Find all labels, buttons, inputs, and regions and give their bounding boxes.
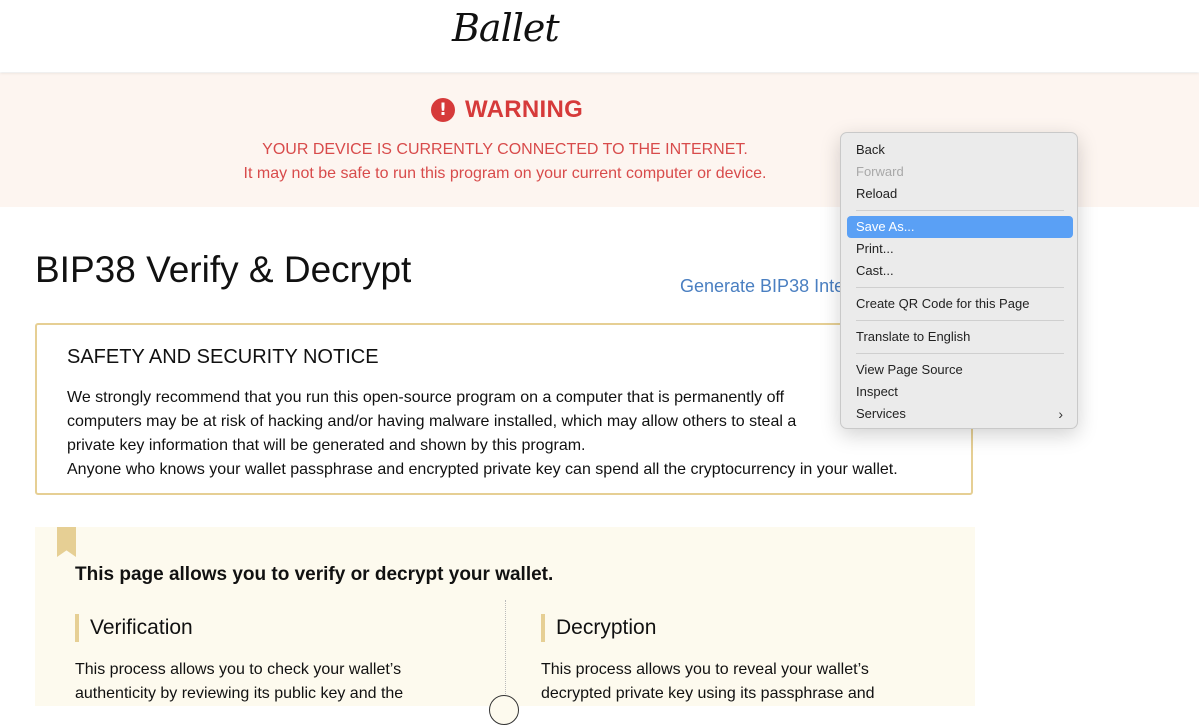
menu-item-inspect[interactable]: Inspect (847, 381, 1073, 403)
decryption-line-2: decrypted private key using its passphra… (541, 685, 875, 702)
menu-item-print[interactable]: Print... (847, 238, 1073, 260)
exclamation-circle-icon: ! (431, 98, 455, 122)
menu-item-save-as[interactable]: Save As... (847, 216, 1073, 238)
generate-bip38-link[interactable]: Generate BIP38 Inte (680, 276, 844, 297)
menu-item-create-qr[interactable]: Create QR Code for this Page (847, 293, 1073, 315)
menu-item-cast[interactable]: Cast... (847, 260, 1073, 282)
notice-title: SAFETY AND SECURITY NOTICE (67, 346, 379, 368)
warning-title-row: ! WARNING (431, 96, 583, 124)
notice-line-1: We strongly recommend that you run this … (67, 389, 785, 406)
notice-body: We strongly recommend that you run this … (67, 386, 957, 482)
decryption-text: This process allows you to reveal your w… (541, 658, 921, 706)
verification-title: Verification (75, 614, 193, 642)
page-title: BIP38 Verify & Decrypt (35, 249, 412, 290)
notice-line-3: private key information that will be gen… (67, 437, 586, 454)
menu-separator (856, 353, 1064, 354)
bookmark-icon (57, 527, 76, 557)
notice-line-4: Anyone who knows your wallet passphrase … (67, 461, 898, 478)
decryption-title: Decryption (541, 614, 656, 642)
decryption-line-1: This process allows you to reveal your w… (541, 661, 869, 678)
menu-item-services[interactable]: Services › (847, 403, 1073, 425)
menu-separator (856, 210, 1064, 211)
menu-separator (856, 320, 1064, 321)
toggle-circle-icon[interactable] (489, 695, 519, 725)
info-heading: This page allows you to verify or decryp… (75, 564, 554, 585)
ballet-logo[interactable]: Ballet (452, 6, 560, 50)
verification-line-1: This process allows you to check your wa… (75, 661, 402, 678)
menu-item-back[interactable]: Back (847, 139, 1073, 161)
info-panel: This page allows you to verify or decryp… (35, 527, 975, 725)
menu-item-reload[interactable]: Reload (847, 183, 1073, 205)
services-label: Services (856, 406, 906, 421)
menu-item-view-source[interactable]: View Page Source (847, 359, 1073, 381)
warning-title: WARNING (465, 96, 584, 123)
site-header: Ballet (0, 0, 1199, 72)
menu-separator (856, 287, 1064, 288)
notice-line-2: computers may be at risk of hacking and/… (67, 413, 797, 430)
safety-notice: SAFETY AND SECURITY NOTICE We strongly r… (35, 323, 973, 495)
context-menu: Back Forward Reload Save As... Print... … (840, 132, 1078, 429)
verification-text: This process allows you to check your wa… (75, 658, 455, 706)
menu-item-translate[interactable]: Translate to English (847, 326, 1073, 348)
menu-item-forward[interactable]: Forward (847, 161, 1073, 183)
verification-line-2: authenticity by reviewing its public key… (75, 685, 404, 702)
chevron-right-icon: › (1058, 406, 1063, 422)
